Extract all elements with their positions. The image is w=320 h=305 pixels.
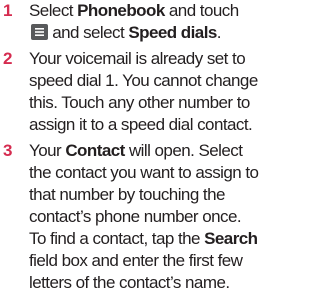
speed-dials-term: Speed dials (128, 23, 217, 42)
step-2: 2 Your voicemail is already set to speed… (0, 48, 261, 140)
search-term: Search (204, 229, 258, 248)
step-number: 3 (3, 141, 13, 160)
contact-term: Contact (65, 141, 125, 160)
step-text: Your Contact will open. Select the conta… (29, 141, 259, 292)
step-number: 2 (3, 49, 13, 68)
step-text: Select Phonebook and touch and select Sp… (29, 1, 239, 42)
menu-key-icon (31, 24, 48, 40)
step-text: Your voicemail is already set to speed d… (29, 49, 258, 134)
step-1: 1 Select Phonebook and touch and select … (0, 0, 261, 48)
phonebook-term: Phonebook (77, 1, 165, 20)
steps-list: 1 Select Phonebook and touch and select … (0, 0, 261, 298)
step-3: 3 Your Contact will open. Select the con… (0, 140, 261, 298)
step-number: 1 (3, 1, 13, 20)
